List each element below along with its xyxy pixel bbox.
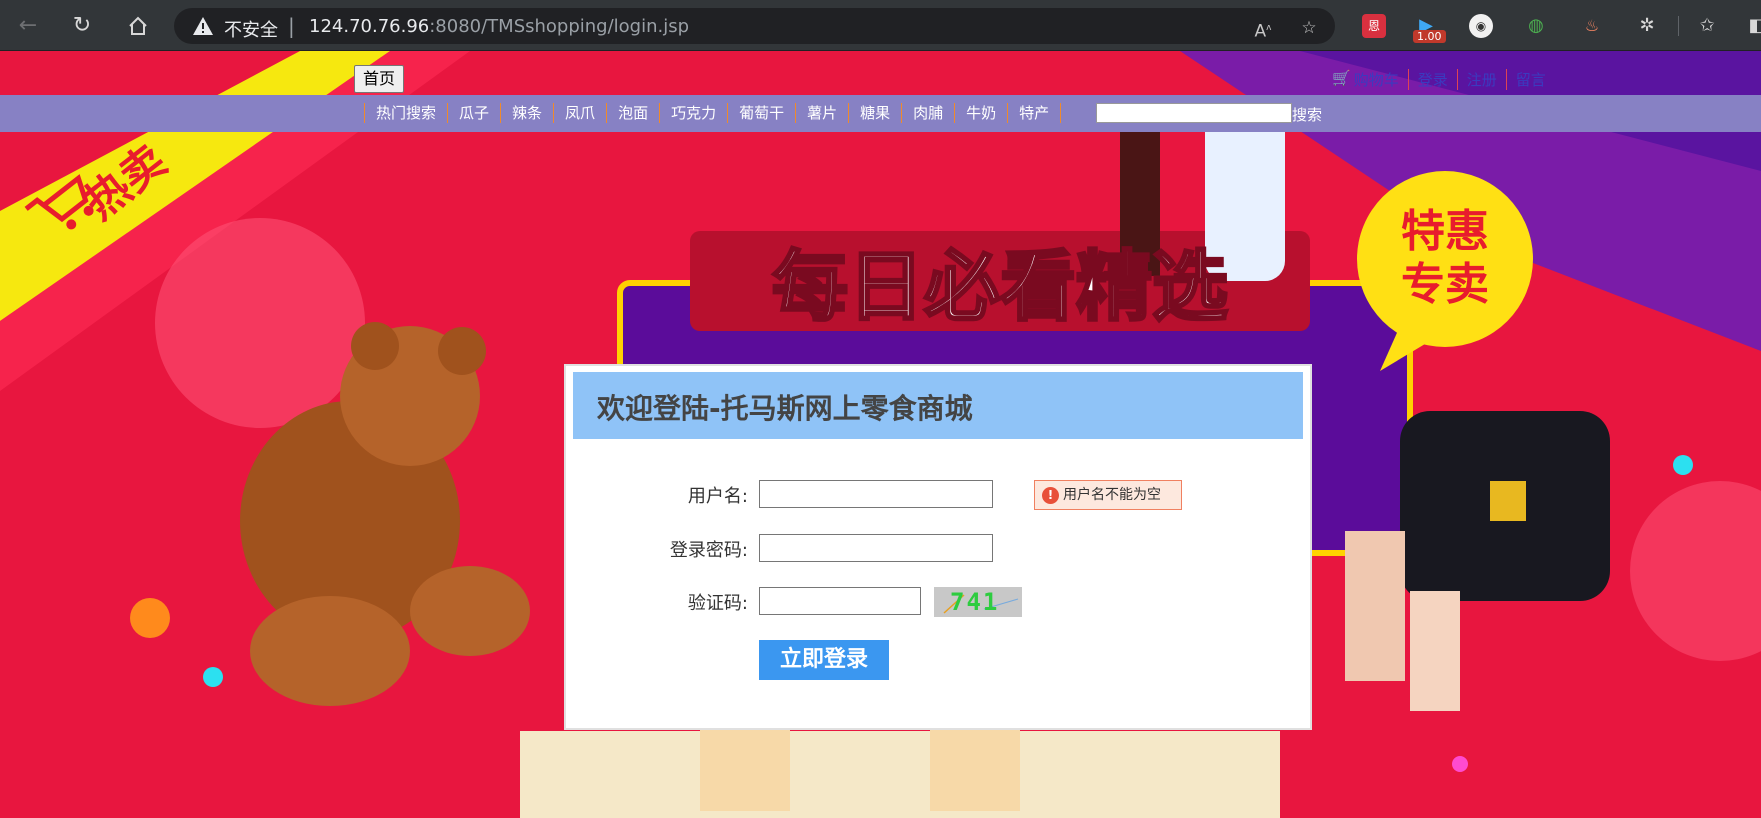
username-input[interactable]: [759, 480, 993, 508]
badge-line1: 特惠: [1401, 206, 1489, 257]
top-links: 🛒 购物车 登录 注册 留言: [1332, 69, 1555, 90]
address-bar[interactable]: 不安全 | 124.70.76.96:8080/TMSshopping/logi…: [174, 8, 1335, 44]
category-item[interactable]: 热门搜索: [364, 103, 447, 123]
category-item[interactable]: 凤爪: [553, 103, 606, 123]
read-aloud-icon[interactable]: Aʌ: [1252, 17, 1274, 42]
password-input[interactable]: [759, 534, 993, 562]
extension-badge: 1.00: [1413, 30, 1446, 43]
extension-hat-icon[interactable]: ♨: [1580, 14, 1604, 38]
category-item[interactable]: 牛奶: [954, 103, 1007, 123]
username-label: 用户名:: [687, 486, 748, 507]
category-item[interactable]: 肉脯: [901, 103, 954, 123]
login-title: 欢迎登陆-托马斯网上零食商城: [597, 392, 973, 425]
login-link[interactable]: 登录: [1407, 69, 1457, 90]
url-text[interactable]: 124.70.76.96:8080/TMSshopping/login.jsp: [309, 16, 689, 37]
captcha-label: 验证码:: [687, 593, 748, 614]
category-bar: 热门搜索 瓜子 辣条 凤爪 泡面 巧克力 葡萄干 薯片 糖果 肉脯 牛奶 特产 …: [0, 95, 1761, 132]
address-divider: |: [288, 14, 295, 38]
collections-icon[interactable]: ◧: [1745, 14, 1761, 38]
category-item[interactable]: 薯片: [795, 103, 848, 123]
password-label: 登录密码:: [669, 540, 748, 561]
home-button[interactable]: 首页: [354, 65, 405, 93]
cart-icon[interactable]: 🛒: [1332, 69, 1351, 90]
captcha-input[interactable]: [759, 587, 921, 615]
message-link[interactable]: 留言: [1505, 69, 1555, 90]
username-error: ! 用户名不能为空: [1034, 480, 1182, 510]
captcha-image[interactable]: 741: [934, 587, 1022, 617]
login-card: 欢迎登陆-托马斯网上零食商城 用户名: ! 用户名不能为空 登录密码: 验证码:…: [564, 364, 1312, 730]
extension-globe-icon[interactable]: ◍: [1524, 14, 1548, 38]
home-icon[interactable]: [122, 10, 154, 42]
category-item[interactable]: 瓜子: [447, 103, 500, 123]
category-item[interactable]: 特产: [1007, 103, 1062, 123]
category-item[interactable]: 葡萄干: [727, 103, 795, 123]
category-item[interactable]: 巧克力: [659, 103, 727, 123]
extensions-puzzle-icon[interactable]: ✲: [1635, 14, 1659, 38]
favorite-add-icon[interactable]: ☆: [1298, 17, 1320, 39]
category-item[interactable]: 辣条: [500, 103, 553, 123]
login-header: 欢迎登陆-托马斯网上零食商城: [573, 372, 1303, 439]
search-button[interactable]: 搜索: [1292, 104, 1322, 125]
category-list: 热门搜索 瓜子 辣条 凤爪 泡面 巧克力 葡萄干 薯片 糖果 肉脯 牛奶 特产: [364, 103, 1062, 123]
category-item[interactable]: 糖果: [848, 103, 901, 123]
extension-face-icon[interactable]: ◉: [1469, 14, 1493, 38]
badge-line2: 专卖: [1401, 259, 1489, 310]
warning-icon[interactable]: [192, 16, 214, 36]
back-icon[interactable]: ←: [12, 10, 44, 42]
category-item[interactable]: 泡面: [606, 103, 659, 123]
security-label[interactable]: 不安全: [224, 16, 278, 42]
captcha-text: 741: [950, 588, 1000, 616]
category-search-input[interactable]: [1096, 103, 1292, 123]
register-link[interactable]: 注册: [1456, 69, 1506, 90]
favorites-icon[interactable]: ✩: [1695, 14, 1719, 38]
banner-headline: 每日必看精选: [772, 242, 1228, 331]
username-error-text: 用户名不能为空: [1063, 487, 1161, 503]
cart-link[interactable]: 购物车: [1354, 69, 1408, 90]
toolbar-divider: [1678, 16, 1679, 36]
login-button[interactable]: 立即登录: [759, 640, 889, 680]
extension-red-icon[interactable]: 恩: [1362, 14, 1386, 38]
browser-toolbar: ← ↻ 不安全 | 124.70.76.96:8080/TMSshopping/…: [0, 0, 1761, 51]
page: 特惠 专卖 每日必看精选 热卖 首页 🛒 购物车 登录 注册 留言 热门搜索 瓜…: [0, 51, 1761, 818]
error-icon: !: [1042, 487, 1059, 504]
refresh-icon[interactable]: ↻: [66, 10, 98, 42]
